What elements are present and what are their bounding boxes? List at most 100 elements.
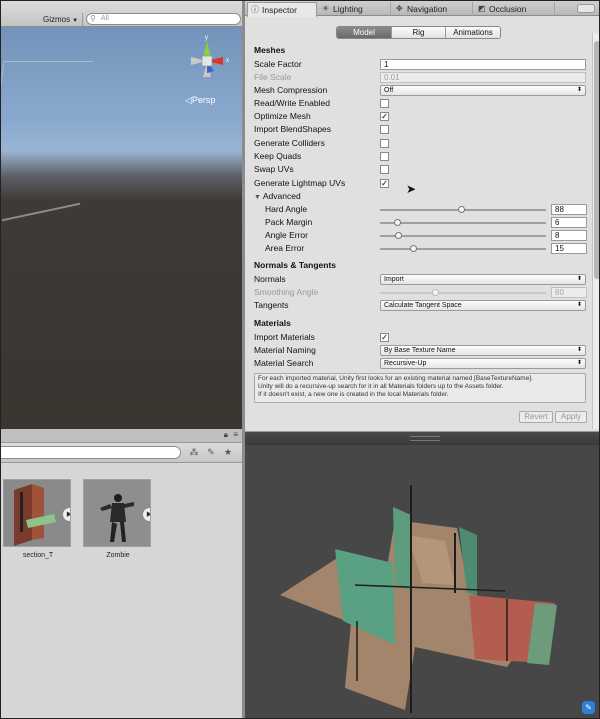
tab-animations[interactable]: Animations [446, 27, 500, 38]
swap-uvs-label: Swap UVs [254, 164, 294, 174]
panel-menu-icon[interactable] [577, 4, 595, 13]
help-line: If it doesn't exist, a new one is create… [258, 391, 449, 398]
revert-button[interactable]: Revert [519, 411, 553, 423]
scale-factor-row: Scale Factor 1 [254, 58, 586, 71]
asset-thumbnail: ▶ [3, 479, 71, 547]
tangents-value: Calculate Tangent Space [384, 302, 462, 309]
play-icon[interactable]: ▶ [142, 507, 150, 522]
mesh-compression-dropdown[interactable]: Off ⬍ [380, 85, 586, 96]
optimize-mesh-checkbox[interactable]: ✓ [380, 112, 389, 121]
tangents-dropdown[interactable]: Calculate Tangent Space ⬍ [380, 300, 586, 311]
scrollbar-thumb[interactable] [594, 41, 599, 279]
section-t-thumbnail-icon [14, 484, 56, 546]
slider-knob[interactable] [395, 232, 403, 239]
tab-model[interactable]: Model [337, 27, 392, 38]
import-mode-tabs: Model Rig Animations [336, 26, 501, 39]
orientation-gizmo-icon[interactable]: y x [177, 31, 237, 91]
slider-knob[interactable] [410, 245, 418, 252]
generate-colliders-checkbox[interactable] [380, 139, 389, 148]
file-scale-row: File Scale 0.01 [254, 71, 586, 84]
occlusion-icon: ◩ [478, 4, 486, 13]
normals-section-title: Normals & Tangents [254, 260, 337, 270]
model-preview[interactable]: ✎ [245, 445, 599, 718]
asset-section-t[interactable]: ▶ section_T [3, 479, 73, 559]
favorite-star-icon[interactable]: ★ [221, 446, 235, 459]
drag-handle-icon[interactable] [410, 436, 440, 441]
zombie-thumbnail-icon [100, 494, 134, 542]
import-blendshapes-label: Import BlendShapes [254, 124, 332, 134]
tangents-label: Tangents [254, 300, 289, 310]
keep-quads-checkbox[interactable] [380, 152, 389, 161]
gizmos-label: Gizmos [43, 15, 71, 24]
materials-section-title: Materials [254, 318, 291, 328]
material-search-label: Material Search [254, 358, 314, 368]
read-write-checkbox[interactable] [380, 99, 389, 108]
advanced-foldout[interactable]: ▼ Advanced [254, 190, 584, 203]
angle-error-label: Angle Error [265, 230, 308, 240]
materials-help-box: For each imported material, Unity first … [254, 373, 586, 403]
project-asset-grid: ▶ section_T ▶ Zombie [1, 464, 242, 718]
updown-arrow-icon: ⬍ [576, 360, 582, 366]
meshes-section-title: Meshes [254, 45, 286, 55]
import-materials-row: Import Materials ✓ [254, 331, 584, 344]
material-search-dropdown[interactable]: Recursive-Up ⬍ [380, 358, 586, 369]
persp-label[interactable]: ◁Persp [185, 95, 215, 106]
slider-knob[interactable] [458, 206, 466, 213]
project-search-input[interactable] [1, 446, 181, 459]
tab-rig[interactable]: Rig [392, 27, 446, 38]
tab-inspector[interactable]: ⓘ Inspector [247, 2, 317, 17]
tab-lighting[interactable]: ☀ Lighting [319, 2, 391, 16]
lightmap-uvs-row: Generate Lightmap UVs ✓ [254, 177, 584, 190]
updown-arrow-icon: ⬍ [576, 347, 582, 353]
area-error-slider[interactable] [380, 245, 546, 252]
tab-occlusion[interactable]: ◩ Occlusion [475, 2, 555, 16]
normals-dropdown[interactable]: Import ⬍ [380, 274, 586, 285]
mesh-compression-value: Off [384, 87, 394, 94]
angle-error-input[interactable]: 8 [551, 230, 587, 241]
axis-x-label: x [226, 58, 229, 64]
apply-button[interactable]: Apply [555, 411, 587, 423]
swap-uvs-checkbox[interactable] [380, 165, 389, 174]
lock-icon[interactable]: 🔒︎ [224, 430, 228, 440]
inspector-panel: ⓘ Inspector ☀ Lighting ✥ Navigation ◩ Occlus… [245, 1, 599, 431]
generate-colliders-row: Generate Colliders [254, 137, 584, 150]
gizmos-dropdown[interactable]: Gizmos ▼ [39, 13, 84, 26]
pack-margin-slider[interactable] [380, 219, 546, 226]
filter-by-label-icon[interactable]: ✎ [204, 446, 218, 459]
tab-label: Lighting [333, 4, 363, 14]
smoothing-angle-label: Smoothing Angle [254, 287, 319, 297]
scene-toolbar: Gizmos ▼ ⚲ All [1, 1, 242, 27]
generate-colliders-label: Generate Colliders [254, 138, 325, 148]
lightmap-uvs-checkbox[interactable]: ✓ [380, 179, 389, 188]
tab-navigation[interactable]: ✥ Navigation [393, 2, 473, 16]
scale-factor-label: Scale Factor [254, 59, 302, 69]
slider-knob[interactable] [393, 219, 401, 226]
import-blendshapes-checkbox[interactable] [380, 125, 389, 134]
scale-factor-input[interactable]: 1 [380, 59, 586, 70]
area-error-input[interactable]: 15 [551, 243, 587, 254]
preview-header[interactable] [245, 431, 599, 445]
asset-label-icon[interactable]: ✎ [582, 701, 595, 714]
angle-error-row: Angle Error 8 [254, 229, 587, 242]
inspector-scrollbar[interactable] [592, 33, 599, 429]
tab-label: Inspector [262, 5, 297, 15]
panel-menu-icon[interactable]: ≡ [233, 430, 238, 439]
scene-view[interactable]: Gizmos ▼ ⚲ All y x ◁Persp [1, 1, 242, 429]
play-icon[interactable]: ▶ [62, 507, 70, 522]
angle-error-slider[interactable] [380, 232, 546, 239]
asset-zombie[interactable]: ▶ Zombie [83, 479, 153, 559]
triangle-down-icon: ▼ [254, 194, 263, 201]
import-materials-checkbox[interactable]: ✓ [380, 333, 389, 342]
mesh-compression-label: Mesh Compression [254, 85, 328, 95]
material-naming-dropdown[interactable]: By Base Texture Name ⬍ [380, 345, 586, 356]
updown-arrow-icon: ⬍ [576, 302, 582, 308]
axis-y-label: y [205, 35, 208, 41]
hard-angle-slider[interactable] [380, 206, 546, 213]
hard-angle-input[interactable]: 88 [551, 204, 587, 215]
scene-search-input[interactable]: ⚲ All [86, 13, 241, 25]
pack-margin-input[interactable]: 6 [551, 217, 587, 228]
optimize-mesh-row: Optimize Mesh ✓ [254, 110, 584, 123]
material-search-row: Material Search Recursive-Up ⬍ [254, 357, 586, 370]
project-toolbar: ⁂ ✎ ★ [1, 443, 242, 463]
filter-by-type-icon[interactable]: ⁂ [187, 446, 201, 459]
